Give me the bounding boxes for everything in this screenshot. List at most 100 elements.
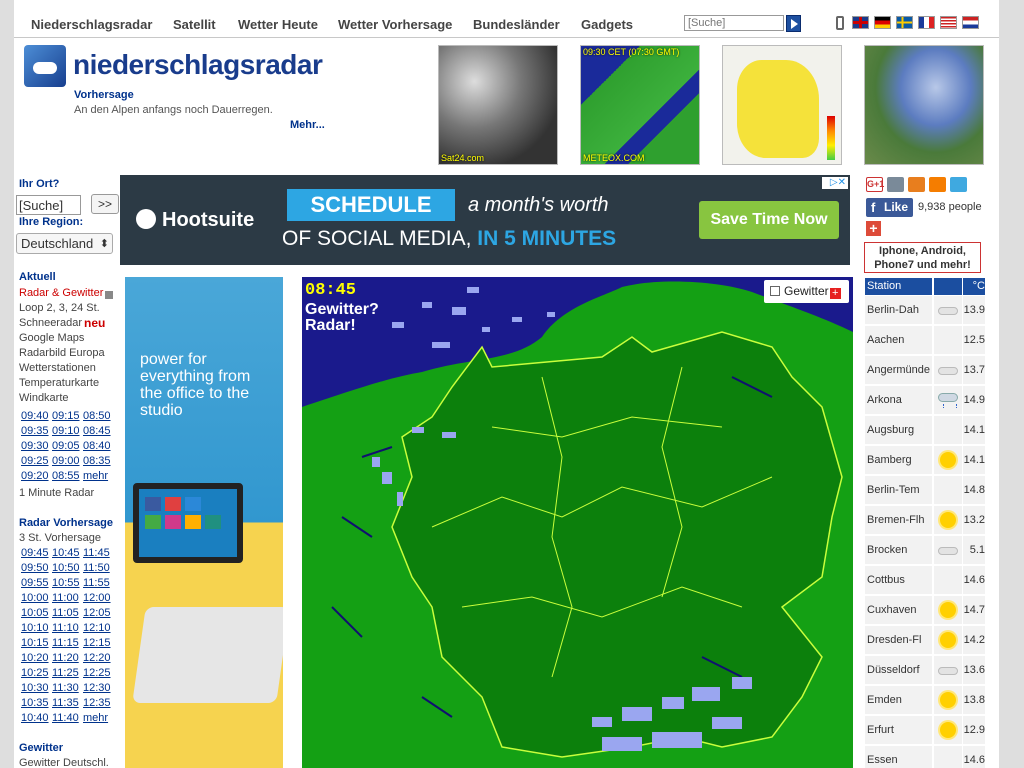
radar-time-link[interactable]: 08:50 [83,410,111,422]
forecast-time-link[interactable]: 10:50 [52,562,80,574]
station-row[interactable]: Cuxhaven 14.7 [865,596,985,624]
radar-time-link[interactable]: 09:40 [21,410,49,422]
add-icon[interactable]: + [866,221,881,236]
link-wetterstationen[interactable]: Wetterstationen [19,362,96,374]
mobile-icon[interactable] [836,16,844,30]
forecast-time-link[interactable]: 11:15 [52,637,79,649]
link-gewitter-deutschland[interactable]: Gewitter Deutschl. [19,757,109,768]
station-row[interactable]: Arkona 14.9 [865,386,985,414]
radar-time-link[interactable]: 08:40 [83,440,111,452]
radar-time-link[interactable]: 09:15 [52,410,80,422]
forecast-time-link[interactable]: 10:40 [21,712,49,724]
station-row[interactable]: Dresden-Fl 14.2 [865,626,985,654]
link-1-minute-radar[interactable]: 1 Minute Radar [19,487,94,499]
forecast-time-link[interactable]: 12:15 [83,637,111,649]
forecast-time-link[interactable]: 11:20 [52,652,79,664]
forecast-time-link[interactable]: 10:25 [21,667,49,679]
forecast-time-link[interactable]: 12:20 [83,652,111,664]
station-row[interactable]: Brocken 5.1 [865,536,985,564]
station-row[interactable]: Berlin-Dah 13.9 [865,296,985,324]
forecast-time-link[interactable]: 10:10 [21,622,49,634]
forecast-time-link[interactable]: 12:00 [83,592,111,604]
forecast-time-link[interactable]: 10:00 [21,592,49,604]
forecast-time-link[interactable]: mehr [83,712,108,724]
nav-niederschlagsradar[interactable]: Niederschlagsradar [31,17,152,32]
forecast-time-link[interactable]: 11:00 [52,592,79,604]
forecast-time-link[interactable]: 10:20 [21,652,49,664]
forecast-time-link[interactable]: 12:25 [83,667,111,679]
search-input[interactable] [684,15,784,31]
link-schneeradar[interactable]: Schneeradar [19,317,82,329]
settings-icon[interactable] [908,177,925,192]
radar-time-link[interactable]: 09:25 [21,455,49,467]
forecast-time-link[interactable]: 10:30 [21,682,49,694]
email-icon[interactable] [887,177,904,192]
link-temperaturkarte[interactable]: Temperaturkarte [19,377,99,389]
forecast-time-link[interactable]: 11:25 [52,667,79,679]
forecast-time-link[interactable]: 12:10 [83,622,111,634]
radar-time-link[interactable]: 09:20 [21,470,49,482]
forecast-time-link[interactable]: 11:30 [52,682,79,694]
station-row[interactable]: Cottbus 14.6 [865,566,985,594]
satellite-thumbnail[interactable]: Sat24.com [438,45,558,165]
radar-map[interactable]: 08:45 Gewitter? Radar! Gewitter + [302,277,853,768]
station-row[interactable]: Augsburg 14.1 [865,416,985,444]
flag-uk-icon[interactable] [852,16,869,29]
flag-usa-icon[interactable] [940,16,957,29]
radar-time-link[interactable]: 08:35 [83,455,111,467]
link-loop[interactable]: Loop 2, 3, 24 St. [19,302,100,314]
radar-time-link[interactable]: 08:55 [52,470,80,482]
google-plus-icon[interactable]: G+1 [866,177,884,192]
forecast-time-link[interactable]: 09:45 [21,547,49,559]
nav-gadgets[interactable]: Gadgets [581,17,633,32]
location-go-button[interactable]: >> [91,194,119,214]
ad-choices-icon[interactable]: ▷✕ [822,177,848,189]
nav-satellit[interactable]: Satellit [173,17,216,32]
blogger-icon[interactable] [929,177,946,192]
forecast-time-link[interactable]: 11:35 [52,697,79,709]
link-windkarte[interactable]: Windkarte [19,392,69,404]
nav-bundeslaender[interactable]: Bundesländer [473,17,560,32]
forecast-time-link[interactable]: 11:50 [83,562,110,574]
radar-time-link[interactable]: 09:05 [52,440,80,452]
site-logo[interactable]: niederschlagsradar [73,49,323,81]
plus-icon[interactable]: + [829,288,841,299]
forecast-time-link[interactable]: 12:30 [83,682,111,694]
link-radarbild-europa[interactable]: Radarbild Europa [19,347,105,359]
radar-time-link[interactable]: 09:10 [52,425,80,437]
station-row[interactable]: Emden 13.8 [865,686,985,714]
forecast-time-link[interactable]: 10:55 [52,577,80,589]
radar-time-link[interactable]: 08:45 [83,425,111,437]
location-input[interactable] [16,195,81,215]
station-row[interactable]: Berlin-Tem 14.8 [865,476,985,504]
forecast-title[interactable]: Vorhersage [74,89,134,101]
flag-germany-icon[interactable] [874,16,891,29]
flag-france-icon[interactable] [918,16,935,29]
forecast-time-link[interactable]: 10:45 [52,547,80,559]
forecast-time-link[interactable]: 10:35 [21,697,49,709]
forecast-more-link[interactable]: Mehr... [290,119,325,131]
forecast-time-link[interactable]: 11:05 [52,607,79,619]
meteox-radar-thumbnail[interactable]: 09:30 CET (07:30 GMT) METEOX.COM [580,45,700,165]
flag-sweden-icon[interactable] [896,16,913,29]
region-select[interactable]: Deutschland [16,233,113,254]
europe-radar-thumbnail[interactable] [864,45,984,165]
forecast-time-link[interactable]: 10:05 [21,607,49,619]
side-ad[interactable]: power for everything from the office to … [125,277,283,768]
link-google-maps[interactable]: Google Maps [19,332,84,344]
station-row[interactable]: Erfurt 12.9 [865,716,985,744]
radar-time-link[interactable]: 09:35 [21,425,49,437]
apps-link[interactable]: Iphone, Android, Phone7 und mehr! [864,242,981,273]
forecast-time-link[interactable]: 11:40 [52,712,79,724]
forecast-time-link[interactable]: 10:15 [21,637,49,649]
radar-time-link[interactable]: 09:30 [21,440,49,452]
ad-cta-button[interactable]: Save Time Now [699,201,839,239]
link-radar-gewitter[interactable]: Radar & Gewitter [19,287,103,299]
gewitter-toggle[interactable]: Gewitter + [764,280,849,303]
nav-wetter-heute[interactable]: Wetter Heute [238,17,318,32]
nav-wetter-vorhersage[interactable]: Wetter Vorhersage [338,17,452,32]
station-row[interactable]: Aachen 12.5 [865,326,985,354]
forecast-time-link[interactable]: 12:05 [83,607,111,619]
facebook-like-button[interactable]: Like [866,198,913,217]
station-row[interactable]: Bremen-Flh 13.2 [865,506,985,534]
